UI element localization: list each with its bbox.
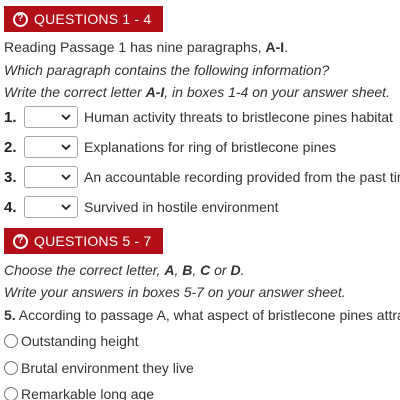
instruction-bold: A-I — [265, 39, 285, 55]
chevron-down-icon — [61, 114, 71, 121]
instruction-bold: D — [230, 262, 241, 278]
question-text: Survived in hostile environment — [84, 199, 279, 215]
instruction-text: Reading Passage 1 has nine paragraphs, — [4, 39, 266, 55]
question-circle-icon: ? — [13, 11, 28, 27]
question-row-2: 2. Explanations for ring of bristlecone … — [4, 135, 336, 159]
question-text: Human activity threats to bristlecone pi… — [84, 109, 393, 125]
section-header-questions-1-4: ? QUESTIONS 1 - 4 — [4, 6, 164, 32]
answer-select-1[interactable] — [24, 106, 78, 128]
section-header-label: QUESTIONS 1 - 4 — [34, 11, 152, 27]
question-number: 4. — [4, 198, 17, 216]
instruction-line-3: Write the correct letter A-I, in boxes 1… — [4, 83, 390, 101]
instruction-bold: A — [164, 262, 175, 278]
chevron-down-icon — [61, 144, 71, 151]
option-row[interactable]: Outstanding height — [4, 330, 139, 352]
question-number: 1. — [4, 108, 17, 126]
option-row[interactable]: Brutal environment they live — [4, 357, 194, 379]
answer-select-3[interactable] — [24, 166, 78, 188]
question-text: An accountable recording provided from t… — [84, 169, 400, 185]
question-number: 2. — [4, 138, 17, 156]
instruction-text: or — [210, 262, 231, 278]
instruction-text: . — [240, 262, 245, 278]
chevron-down-icon — [61, 204, 71, 211]
instruction-bold: A-I — [145, 84, 165, 100]
instruction-line-1: Reading Passage 1 has nine paragraphs, A… — [4, 38, 288, 56]
chevron-down-icon — [61, 174, 71, 181]
question-circle-icon: ? — [13, 233, 28, 249]
answer-select-4[interactable] — [24, 196, 78, 218]
section-header-label: QUESTIONS 5 - 7 — [34, 233, 152, 249]
question-text: According to passage A, what aspect of b… — [15, 307, 400, 323]
radio-button[interactable] — [4, 334, 18, 348]
question-number: 5. — [4, 307, 16, 323]
question-5: 5. According to passage A, what aspect o… — [4, 306, 400, 324]
answer-select-2[interactable] — [24, 136, 78, 158]
question-text: Explanations for ring of bristlecone pin… — [84, 139, 337, 155]
section-header-questions-5-7: ? QUESTIONS 5 - 7 — [4, 228, 164, 254]
instruction-bold: C — [200, 262, 211, 278]
question-number: 3. — [4, 168, 17, 186]
instruction-text: , — [192, 262, 201, 278]
question-row-4: 4. Survived in hostile environment — [4, 195, 279, 219]
option-label: Remarkable long age — [21, 386, 155, 400]
instruction-line-4: Choose the correct letter, A, B, C or D. — [4, 261, 245, 279]
instruction-text: Write the correct letter — [4, 84, 146, 100]
question-row-1: 1. Human activity threats to bristlecone… — [4, 105, 393, 129]
option-label: Outstanding height — [21, 333, 139, 349]
option-label: Brutal environment they live — [21, 360, 194, 376]
instruction-line-2: Which paragraph contains the following i… — [4, 62, 330, 78]
instruction-text: Choose the correct letter, — [4, 262, 165, 278]
question-row-3: 3. An accountable recording provided fro… — [4, 165, 400, 189]
radio-button[interactable] — [4, 387, 18, 400]
option-row[interactable]: Remarkable long age — [4, 383, 154, 400]
instruction-text: . — [284, 39, 289, 55]
radio-button[interactable] — [4, 361, 18, 375]
instruction-bold: B — [182, 262, 193, 278]
instruction-line-5: Write your answers in boxes 5-7 on your … — [4, 284, 346, 300]
instruction-text: , in boxes 1-4 on your answer sheet. — [164, 84, 390, 100]
